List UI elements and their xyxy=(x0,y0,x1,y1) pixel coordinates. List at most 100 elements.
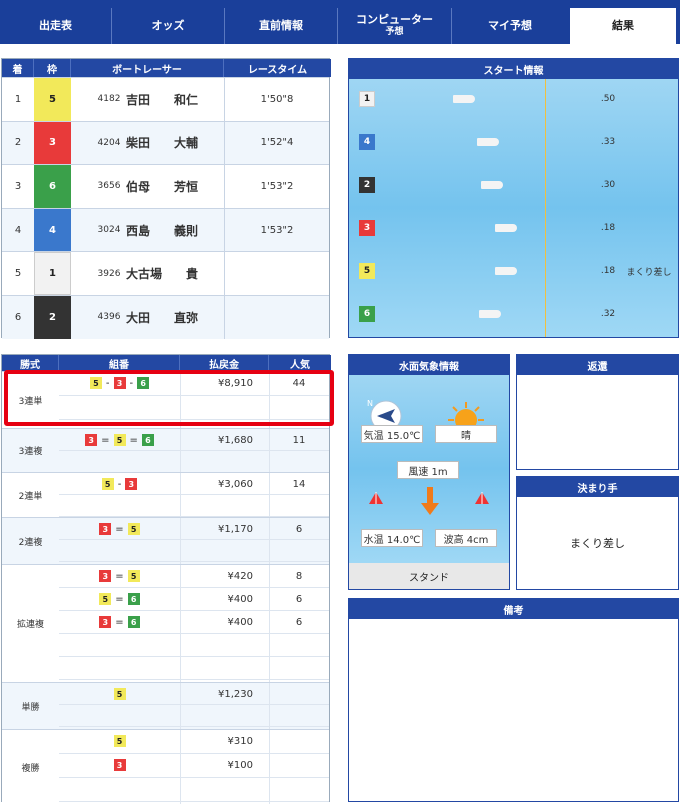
payout-type: 単勝 xyxy=(21,702,40,713)
racer-name[interactable]: 伯母 芳恒 xyxy=(126,165,216,208)
start-lane-badge: 4 xyxy=(359,134,375,150)
lane-badge: 4 xyxy=(34,208,71,252)
payout-type: 2連複 xyxy=(18,537,43,548)
racer-id: 3024 xyxy=(97,225,121,236)
results-header-rank: 着 xyxy=(2,59,34,77)
result-row: 2 3 4204 柴田 大輔 1'52"4 xyxy=(2,120,329,165)
start-timing: .18 xyxy=(600,223,616,233)
results-header-lane: 枠 xyxy=(34,59,71,77)
lane-badge: 6 xyxy=(34,165,71,208)
boat-icon xyxy=(481,181,503,189)
payout-line xyxy=(59,451,329,473)
combo-separator: = xyxy=(101,434,110,446)
payout-amount: ¥420 xyxy=(227,570,253,582)
start-line xyxy=(545,79,546,337)
payout-line xyxy=(59,657,329,680)
payout-header-combo: 組番 xyxy=(59,355,180,371)
result-rank: 2 xyxy=(14,137,22,149)
boat-icon xyxy=(495,224,517,232)
payout-combo: 5 xyxy=(59,734,180,748)
payout-line xyxy=(59,540,329,562)
payout-line xyxy=(59,705,329,727)
stand-label: スタンド xyxy=(349,563,509,589)
combo-lane-badge: 5 xyxy=(113,735,126,747)
combo-lane-badge: 5 xyxy=(113,688,126,700)
start-info-title: スタート情報 xyxy=(349,59,678,79)
racer-name[interactable]: 柴田 大輔 xyxy=(126,122,216,165)
payout-line xyxy=(59,634,329,657)
combo-lane-badge: 5 xyxy=(127,570,140,582)
payout-popularity: 11 xyxy=(292,434,306,446)
boat-icon xyxy=(477,138,499,146)
payout-group: 拡連複 3 = 5 ¥420 8 5 = 6 ¥400 6 3 = 6 ¥400 6 xyxy=(2,564,329,682)
payout-line xyxy=(59,778,329,802)
result-row: 5 1 3926 大古場 貴 xyxy=(2,251,329,295)
racer-id: 4204 xyxy=(97,137,121,148)
result-row: 1 5 4182 吉田 和仁 1'50"8 xyxy=(2,77,329,121)
result-rank: 3 xyxy=(14,180,22,192)
tab-my-prediction[interactable]: マイ予想 xyxy=(452,8,568,44)
start-info-panel: スタート情報 1 .50 4 .33 2 .30 3 .18 5 .18 まくり差し 6 .32 xyxy=(348,58,679,338)
wind-arrow-icon xyxy=(421,487,439,517)
start-lane-badge: 1 xyxy=(359,91,375,107)
payout-combo: 5 = 6 xyxy=(59,592,180,606)
combo-lane-badge: 6 xyxy=(127,616,140,628)
kimarite-title: 決まり手 xyxy=(517,477,678,497)
boat-icon xyxy=(495,267,517,275)
payout-group: 2連複 3 = 5 ¥1,170 6 xyxy=(2,517,329,564)
combo-separator: - xyxy=(117,478,122,490)
payout-amount: ¥1,230 xyxy=(218,688,253,700)
kimarite-value: まくり差し xyxy=(570,537,625,550)
payout-amount: ¥1,680 xyxy=(218,434,253,446)
race-time: 1'53"2 xyxy=(224,165,329,208)
combo-separator: = xyxy=(115,523,124,535)
payout-type: 2連単 xyxy=(18,491,43,502)
racer-name[interactable]: 大古場 貴 xyxy=(126,252,216,295)
lane-badge: 2 xyxy=(34,296,71,339)
race-time xyxy=(224,296,329,339)
payout-combo: 3 xyxy=(59,758,180,772)
payout-header-popularity: 人気 xyxy=(269,355,331,371)
tab-odds[interactable]: オッズ xyxy=(112,8,225,44)
combo-lane-badge: 3 xyxy=(125,478,138,490)
wind-direction: N xyxy=(367,399,373,408)
payout-amount: ¥100 xyxy=(227,759,253,771)
tab-computer[interactable]: コンピューター 予想 xyxy=(338,8,452,44)
start-lane-badge: 6 xyxy=(359,306,375,322)
racer-name[interactable]: 大田 直弥 xyxy=(126,296,216,339)
racer-id: 3656 xyxy=(97,181,121,192)
water-temp: 水温 14.0℃ xyxy=(361,529,423,547)
start-water: 1 .50 4 .33 2 .30 3 .18 5 .18 まくり差し 6 .32 xyxy=(349,79,678,337)
combo-lane-badge: 5 xyxy=(99,593,112,605)
kimarite-panel: 決まり手 まくり差し xyxy=(516,476,679,590)
combo-lane-badge: 3 xyxy=(99,523,112,535)
payout-amount: ¥400 xyxy=(227,593,253,605)
refund-panel: 返還 xyxy=(516,354,679,470)
payout-combo: 3 = 5 = 6 xyxy=(59,433,180,447)
payout-combo: 5-3 xyxy=(59,477,180,491)
racer-name[interactable]: 西島 義則 xyxy=(126,209,216,252)
air-temp: 気温 15.0℃ xyxy=(361,425,423,443)
racer-name[interactable]: 吉田 和仁 xyxy=(126,78,216,121)
start-lane-badge: 2 xyxy=(359,177,375,193)
payout-popularity: 6 xyxy=(295,593,303,605)
boat-icon xyxy=(453,95,475,103)
buoy-icon xyxy=(475,491,489,505)
wind-speed: 風速 1m xyxy=(397,461,459,479)
tab-result[interactable]: 結果 xyxy=(570,8,676,44)
racer-id: 4396 xyxy=(97,312,121,323)
combo-lane-badge: 5 xyxy=(127,523,140,535)
tab-preview[interactable]: 直前情報 xyxy=(225,8,338,44)
payout-amount: ¥3,060 xyxy=(218,478,253,490)
lane-badge: 3 xyxy=(34,121,71,165)
lane-badge: 5 xyxy=(34,78,71,121)
results-header-racer: ボートレーサー xyxy=(71,59,224,77)
combo-lane-badge: 6 xyxy=(141,434,154,446)
payout-amount: ¥400 xyxy=(227,616,253,628)
tab-entry[interactable]: 出走表 xyxy=(0,8,112,44)
result-rank: 6 xyxy=(14,311,22,323)
combo-lane-badge: 3 xyxy=(85,434,98,446)
refund-title: 返還 xyxy=(517,355,678,375)
payout-combo: 5 xyxy=(59,687,180,701)
nav-tabs: 出走表 オッズ 直前情報 コンピューター 予想 マイ予想 結果 xyxy=(0,0,680,44)
